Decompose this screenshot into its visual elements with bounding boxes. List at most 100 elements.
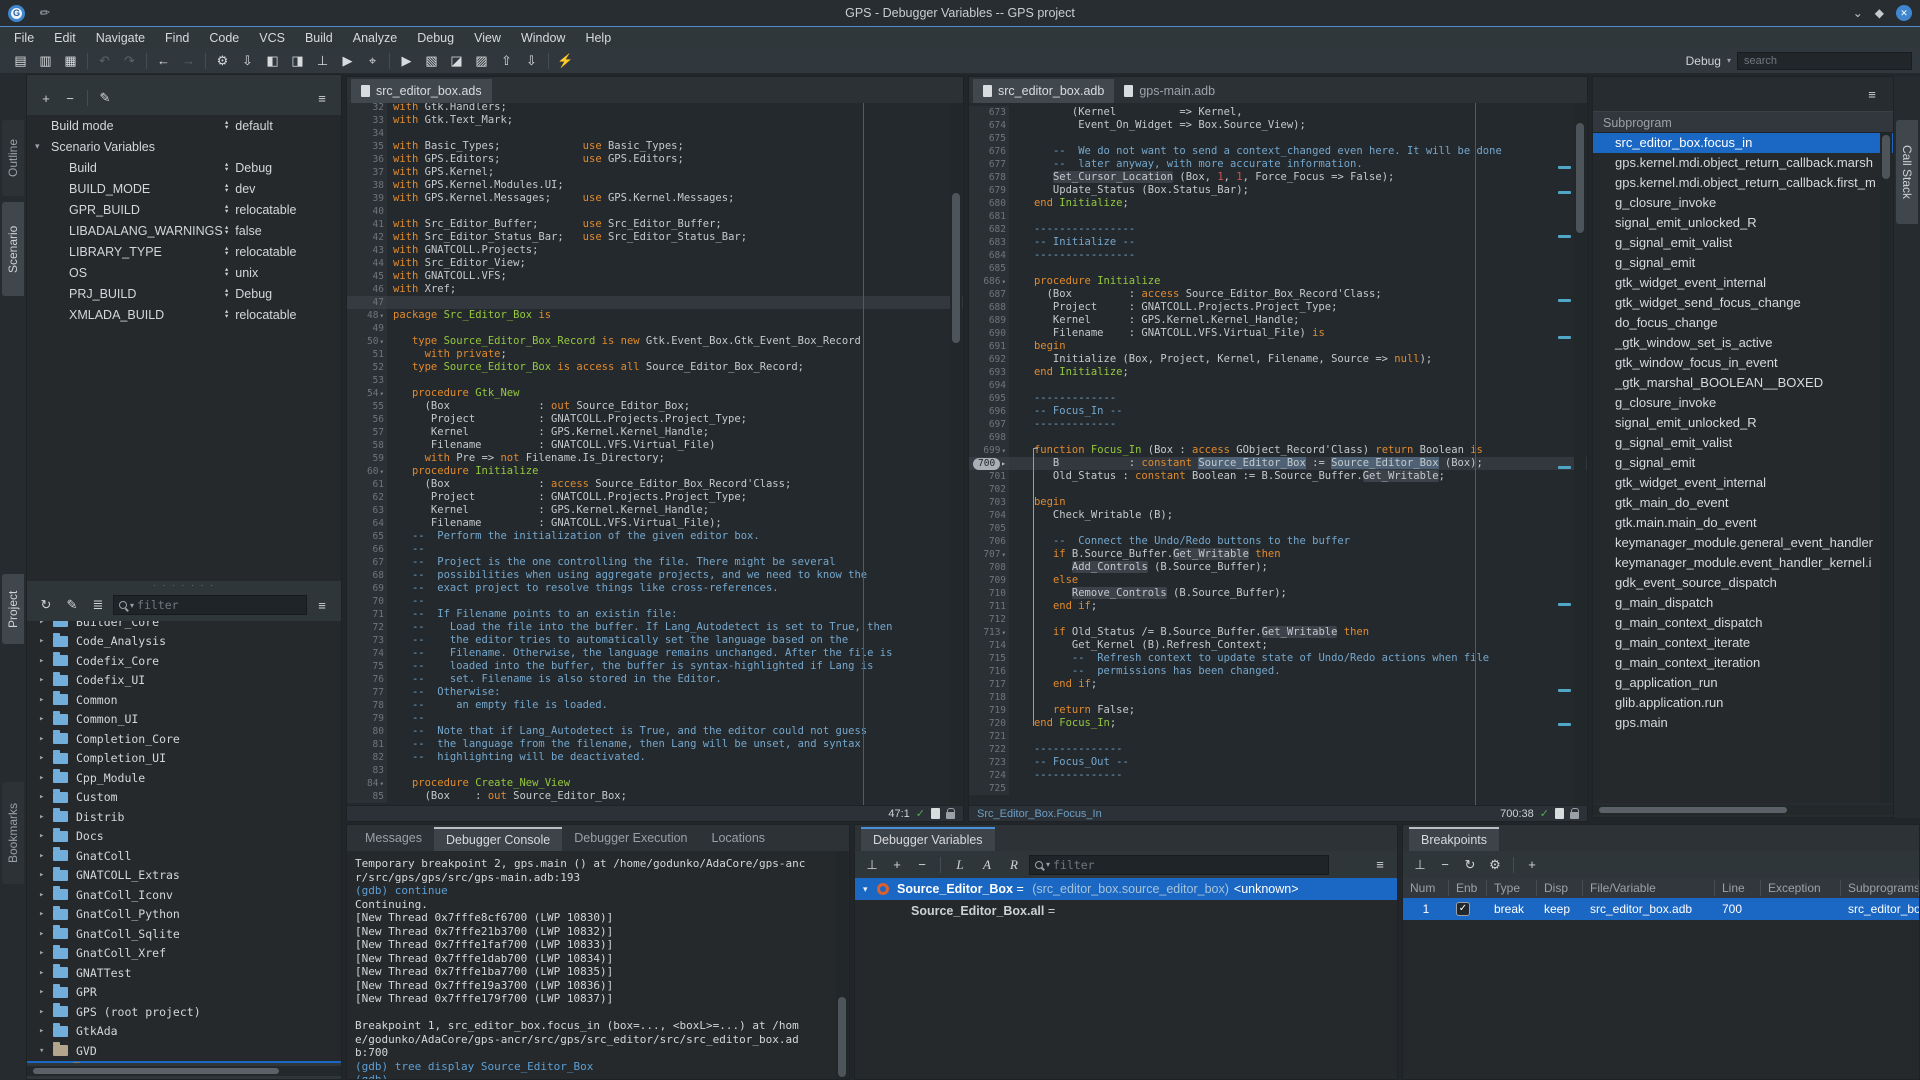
expander-icon[interactable]: ▸: [39, 929, 51, 939]
callstack-item[interactable]: do_focus_change: [1593, 313, 1893, 333]
callstack-item[interactable]: signal_emit_unlocked_R: [1593, 213, 1893, 233]
current-subprogram[interactable]: Src_Editor_Box.Focus_In: [977, 808, 1102, 820]
tree-item-completion_core[interactable]: ▸ Completion_Core: [27, 729, 341, 749]
search-input[interactable]: [1737, 51, 1912, 70]
expander-icon[interactable]: ▾: [863, 884, 877, 895]
file-state-icon[interactable]: [1555, 808, 1564, 819]
column-header-num[interactable]: Num: [1403, 880, 1449, 896]
expander-icon[interactable]: ▸: [39, 714, 51, 724]
callstack-item[interactable]: keymanager_module.event_handler_kernel.i: [1593, 553, 1893, 573]
variable-value[interactable]: relocatable: [235, 308, 296, 322]
expander-icon[interactable]: ▸: [39, 909, 51, 919]
callstack-item[interactable]: g_signal_emit: [1593, 453, 1893, 473]
variables-latch-local-button[interactable]: L: [948, 857, 972, 873]
variables-clean-button[interactable]: ⊥: [861, 855, 883, 875]
chevron-down-icon[interactable]: ▾: [1046, 860, 1050, 869]
scenario-menu-icon[interactable]: ≡: [311, 88, 333, 108]
callstack-item[interactable]: gtk_window_focus_in_event: [1593, 353, 1893, 373]
maximize-button[interactable]: ◆: [1875, 7, 1884, 19]
compile-button[interactable]: ⇩: [235, 50, 260, 72]
breakpoints-settings-button[interactable]: ⚙: [1484, 855, 1506, 875]
scenario-remove-button[interactable]: −: [59, 88, 81, 108]
variables-menu-icon[interactable]: ≡: [1369, 855, 1391, 875]
variable-value[interactable]: default: [235, 119, 273, 133]
column-header-file-variable[interactable]: File/Variable: [1583, 880, 1715, 896]
callstack-horizontal-scrollbar[interactable]: [1593, 805, 1893, 815]
variable-value[interactable]: Debug: [235, 161, 272, 175]
callstack-item[interactable]: _gtk_marshal_BOOLEAN__BOXED: [1593, 373, 1893, 393]
callstack-item[interactable]: gps.main: [1593, 713, 1893, 733]
breakpoints-clean-button[interactable]: ⊥: [1409, 855, 1431, 875]
tree-item-gnatcoll_python[interactable]: ▸ GnatColl_Python: [27, 905, 341, 925]
tree-item-gnatcoll_xref[interactable]: ▸ GnatColl_Xref: [27, 944, 341, 964]
expander-icon[interactable]: ▸: [39, 753, 51, 763]
tab-call-stack[interactable]: Call Stack: [1896, 120, 1918, 224]
tree-item-code_analysis[interactable]: ▸ Code_Analysis: [27, 632, 341, 652]
chevron-down-icon[interactable]: ▾: [130, 601, 134, 610]
breakpoints-add-button[interactable]: +: [1521, 855, 1543, 875]
minimize-button[interactable]: ⌄: [1853, 7, 1863, 19]
tab-src_editor_box-ads[interactable]: src_editor_box.ads: [351, 79, 492, 103]
debug-button[interactable]: ⌖: [360, 50, 385, 72]
value-spinner[interactable]: ▴ ▾: [225, 224, 228, 235]
tree-item-gnatcoll_extras[interactable]: ▸ GNATCOLL_Extras: [27, 866, 341, 886]
menu-window[interactable]: Window: [511, 29, 575, 47]
project-horizontal-scrollbar[interactable]: [27, 1066, 341, 1076]
callstack-item[interactable]: g_main_context_iterate: [1593, 633, 1893, 653]
scenario-row[interactable]: LIBADALANG_WARNINGS ▴ ▾ false: [27, 220, 341, 241]
project-menu-icon[interactable]: ≡: [311, 595, 333, 615]
open-file-button[interactable]: ▥: [33, 50, 58, 72]
frame-up-button[interactable]: ⇧: [494, 50, 519, 72]
callstack-item[interactable]: gps.kernel.mdi.object_return_callback.ma…: [1593, 153, 1893, 173]
callstack-item[interactable]: g_main_dispatch: [1593, 593, 1893, 613]
menu-edit[interactable]: Edit: [44, 29, 86, 47]
callstack-item[interactable]: _gtk_window_set_is_active: [1593, 333, 1893, 353]
menu-view[interactable]: View: [464, 29, 511, 47]
editor-right-scrollbar[interactable]: [1574, 103, 1586, 805]
save-button[interactable]: ▦: [58, 50, 83, 72]
variable-value[interactable]: false: [235, 224, 261, 238]
fold-icon[interactable]: ▾: [379, 389, 384, 398]
callstack-item[interactable]: gtk.main.main_do_event: [1593, 513, 1893, 533]
fold-icon[interactable]: ▾: [379, 337, 384, 346]
console-output[interactable]: Temporary breakpoint 2, gps.main () at /…: [347, 851, 849, 1079]
callstack-item[interactable]: g_closure_invoke: [1593, 193, 1893, 213]
lock-icon[interactable]: [946, 808, 955, 819]
scenario-edit-button[interactable]: ✎: [94, 88, 116, 108]
tree-item-gpr[interactable]: ▸ GPR: [27, 983, 341, 1003]
expander-icon[interactable]: ▸: [39, 734, 51, 744]
expander-icon[interactable]: ▸: [39, 695, 51, 705]
tree-item-gnatcoll_sqlite[interactable]: ▸ GnatColl_Sqlite: [27, 924, 341, 944]
sidebar-tab-project[interactable]: Project: [2, 574, 24, 644]
scenario-row[interactable]: LIBRARY_TYPE ▴ ▾ relocatable: [27, 241, 341, 262]
menu-find[interactable]: Find: [155, 29, 199, 47]
column-header-subprograms[interactable]: Subprograms: [1841, 880, 1919, 896]
fold-icon[interactable]: ▾: [379, 467, 384, 476]
column-header-disp[interactable]: Disp: [1537, 880, 1583, 896]
callstack-item[interactable]: src_editor_box.focus_in: [1593, 133, 1893, 153]
expander-icon[interactable]: ▸: [39, 948, 51, 958]
tab-src_editor_box-adb[interactable]: src_editor_box.adb: [973, 79, 1115, 103]
scenario-row[interactable]: OS ▴ ▾ unix: [27, 262, 341, 283]
value-spinner[interactable]: ▴ ▾: [225, 308, 228, 319]
disconnect-button[interactable]: ⚡: [553, 50, 578, 72]
close-button[interactable]: ✕: [1896, 5, 1912, 21]
expander-icon[interactable]: ▾: [39, 1046, 51, 1056]
editor-right[interactable]: src_editor_box.adb gps-main.adb 673 (Ker…: [968, 76, 1588, 822]
column-header-exception[interactable]: Exception: [1761, 880, 1841, 896]
build-all-button[interactable]: ⚙: [210, 50, 235, 72]
enabled-checkbox[interactable]: ✓: [1456, 902, 1470, 916]
callstack-item[interactable]: g_main_context_dispatch: [1593, 613, 1893, 633]
column-header-enb[interactable]: Enb: [1449, 880, 1487, 896]
scenario-row[interactable]: ▾ Scenario Variables: [27, 136, 341, 157]
callstack-item[interactable]: gdk_event_source_dispatch: [1593, 573, 1893, 593]
menu-analyze[interactable]: Analyze: [343, 29, 407, 47]
expander-icon[interactable]: ▸: [39, 968, 51, 978]
tree-item-gtkada[interactable]: ▸ GtkAda: [27, 1022, 341, 1042]
scenario-row[interactable]: Build ▴ ▾ Debug: [27, 157, 341, 178]
project-filter-input[interactable]: ▾ filter: [113, 595, 307, 615]
callstack-item[interactable]: signal_emit_unlocked_R: [1593, 413, 1893, 433]
expander-icon[interactable]: ▸: [39, 773, 51, 783]
step-into-button[interactable]: ◪: [444, 50, 469, 72]
project-refresh-button[interactable]: ↻: [35, 595, 57, 615]
